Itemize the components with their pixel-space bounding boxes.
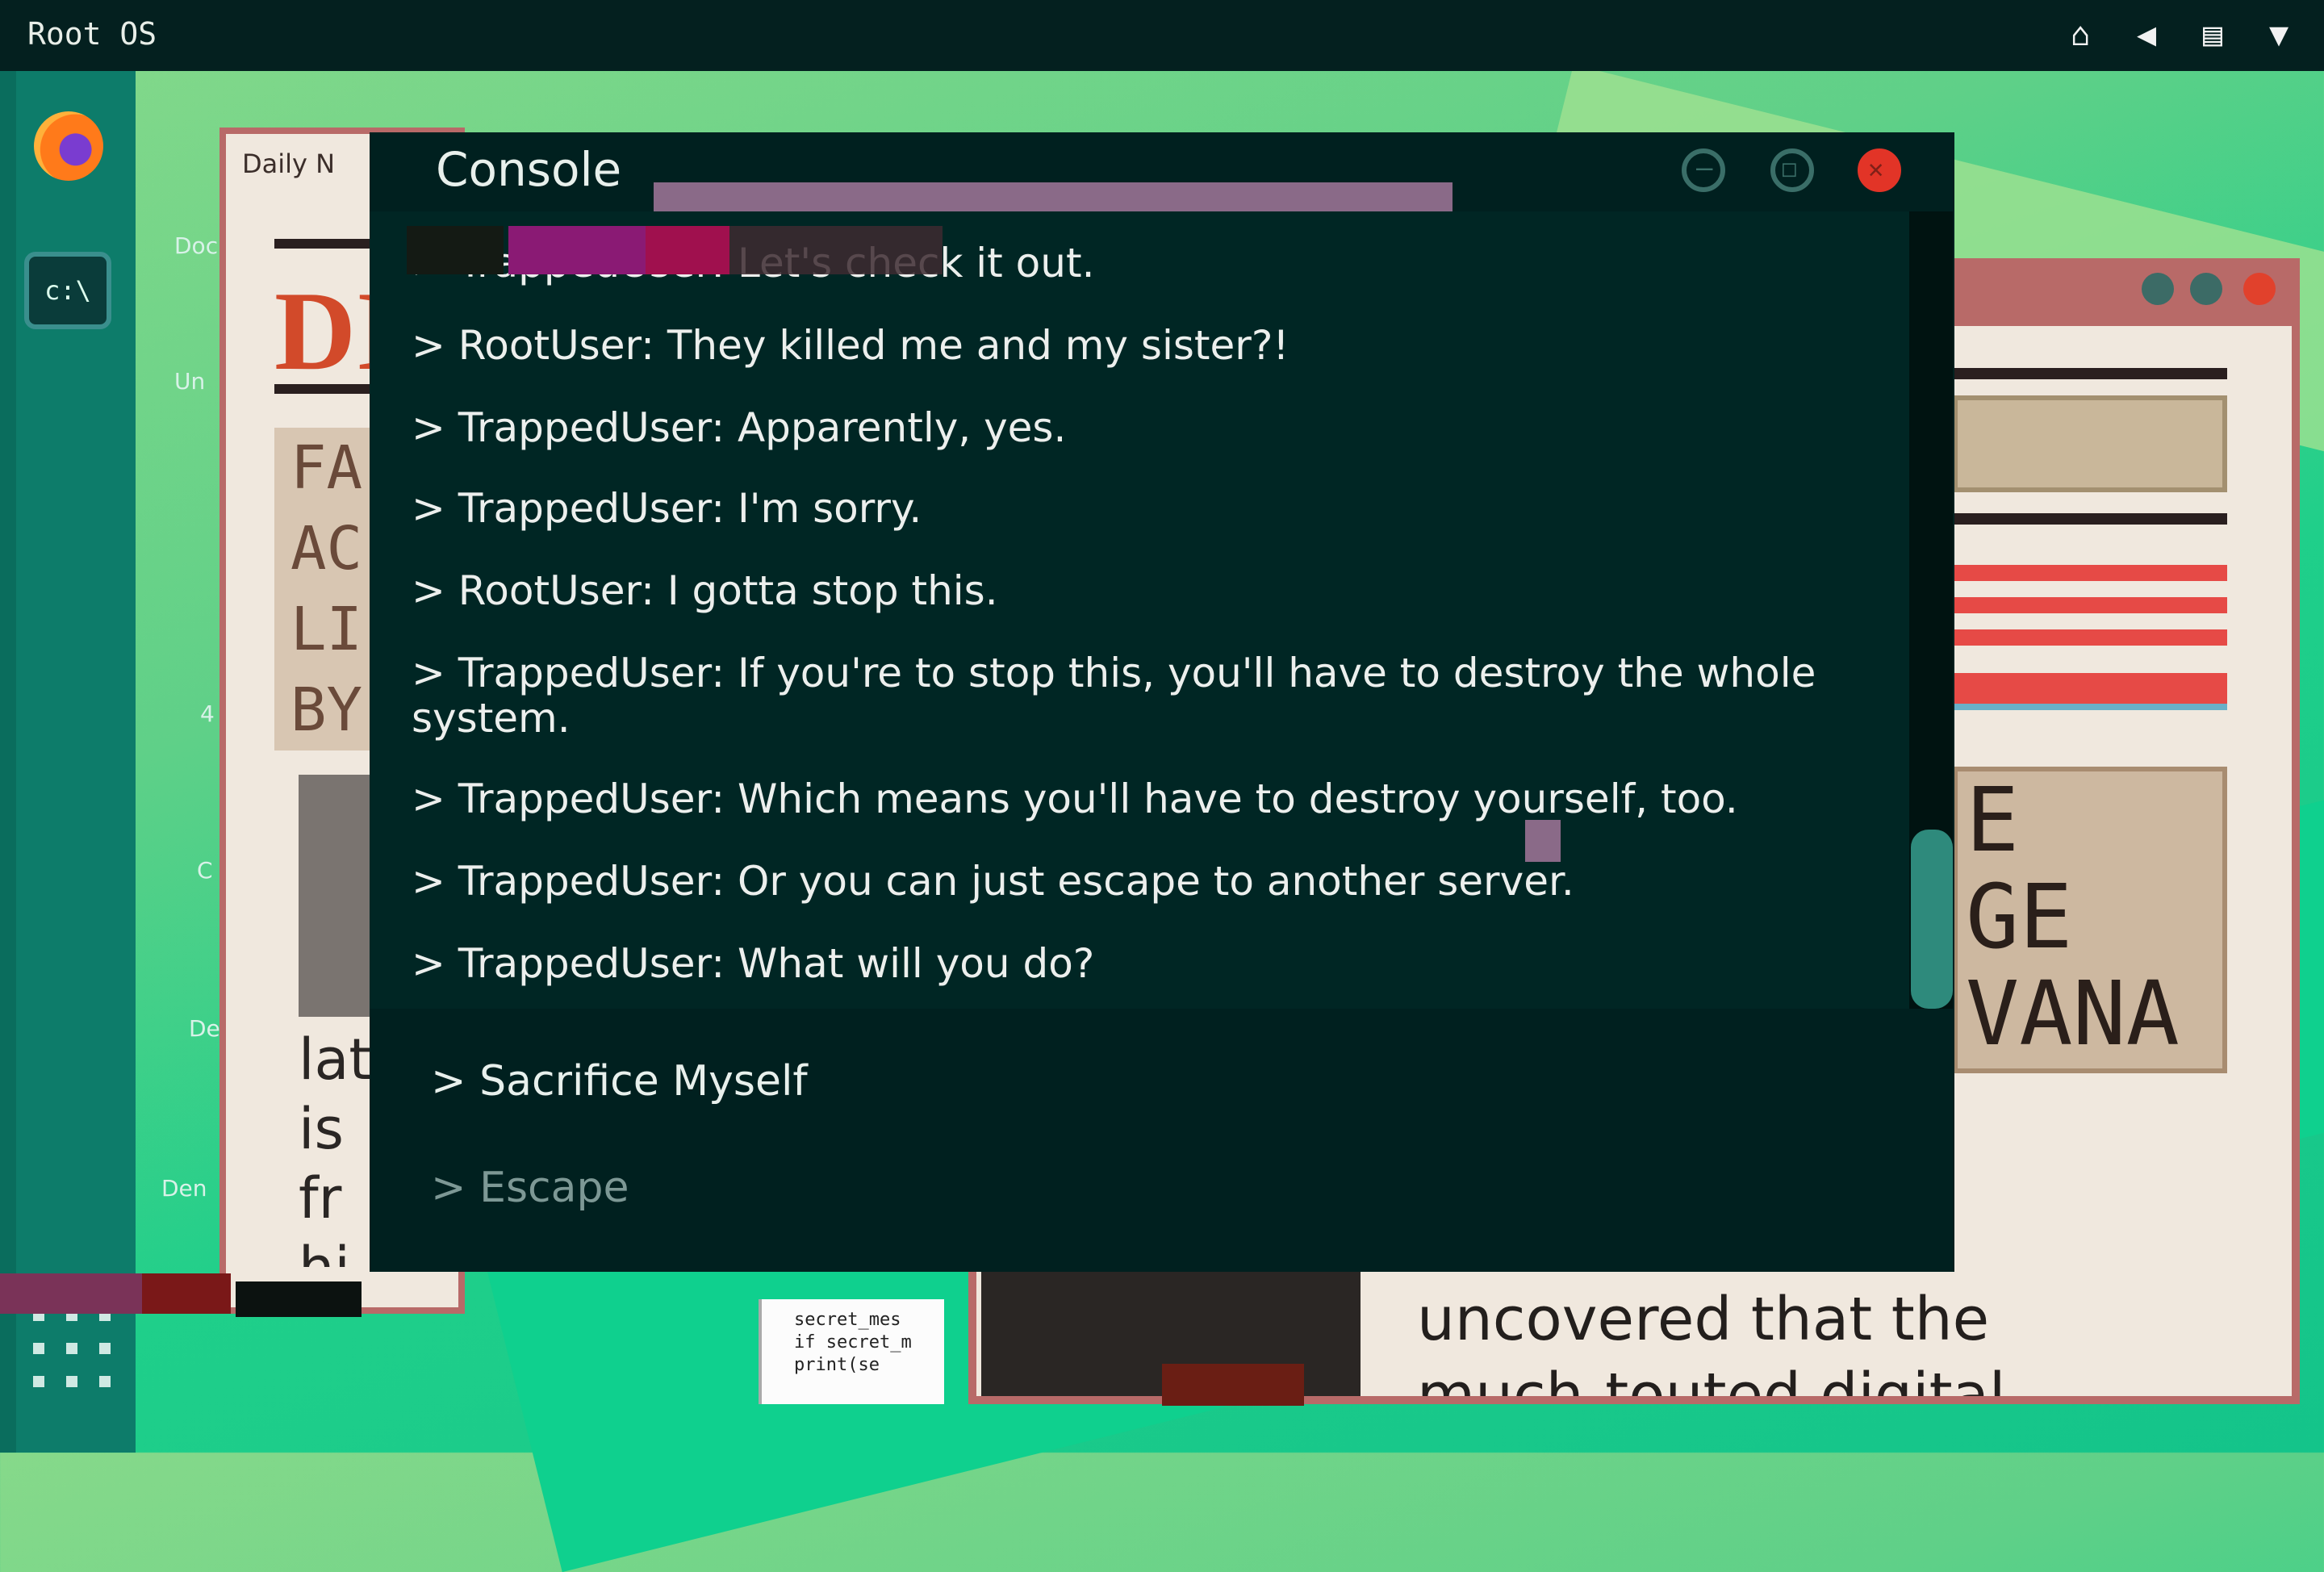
- minimize-button[interactable]: [1682, 148, 1725, 192]
- glitch-block: [0, 1273, 142, 1314]
- home-icon[interactable]: ⌂: [2059, 16, 2101, 53]
- glitch-block: [508, 226, 646, 274]
- glitch-block: [236, 1281, 362, 1317]
- divider: [1953, 513, 2227, 525]
- maximize-button[interactable]: [1770, 148, 1814, 192]
- close-button[interactable]: [1858, 148, 1901, 192]
- log-line: > TrappedUser: I'm sorry.: [412, 485, 922, 532]
- log-line: > RootUser: They killed me and my sister…: [412, 322, 1289, 369]
- article-badge: [1953, 395, 2227, 492]
- console-scrollbar-thumb[interactable]: [1911, 830, 1953, 1009]
- glitch-block: [142, 1273, 231, 1314]
- terminal-icon[interactable]: c:\: [24, 252, 111, 329]
- stripe: [1953, 629, 2227, 646]
- log-line: > TrappedUser: Apparently, yes.: [412, 404, 1067, 451]
- console-title: Console: [436, 142, 622, 197]
- desktop-label[interactable]: De: [189, 1015, 220, 1042]
- code-line: print(se: [794, 1355, 880, 1375]
- choice-panel: [370, 1009, 1954, 1272]
- console-log: > TrappedUser: Let's check it out. > Roo…: [370, 211, 1909, 1009]
- terminal-label: c:\: [44, 275, 91, 306]
- desktop-label[interactable]: Doc: [174, 232, 218, 259]
- stripe: [1953, 704, 2227, 710]
- code-line: secret_mes: [794, 1310, 901, 1330]
- stripe: [1953, 673, 2227, 704]
- dock-edge: [0, 71, 16, 1453]
- firefox-icon[interactable]: [34, 111, 103, 181]
- code-window[interactable]: secret_mes if secret_m print(se: [759, 1299, 944, 1404]
- article-headline-box: E GE VANA: [1953, 767, 2227, 1073]
- top-bar: Root OS ⌂ ◀ ▤ ▼: [0, 0, 2324, 71]
- os-name: Root OS: [27, 16, 157, 52]
- stripe: [1953, 597, 2227, 613]
- log-line: > TrappedUser: Which means you'll have t…: [412, 776, 1738, 822]
- log-line: > TrappedUser: What will you do?: [412, 940, 1095, 987]
- divider: [1953, 368, 2227, 379]
- network-icon[interactable]: ▤: [2192, 16, 2234, 53]
- minimize-button[interactable]: [2142, 273, 2174, 305]
- choice-sacrifice[interactable]: > Sacrifice Myself: [431, 1057, 808, 1106]
- glitch-block: [646, 226, 729, 274]
- log-line: > RootUser: I gotta stop this.: [412, 567, 998, 614]
- wifi-icon[interactable]: ▼: [2258, 16, 2300, 53]
- volume-icon[interactable]: ◀: [2125, 16, 2167, 53]
- log-line: > TrappedUser: Or you can just escape to…: [412, 858, 1574, 905]
- close-button[interactable]: [2243, 273, 2276, 305]
- glitch-block: [1525, 820, 1561, 862]
- choice-escape[interactable]: > Escape: [431, 1164, 629, 1212]
- stripe: [1953, 565, 2227, 581]
- desktop-label[interactable]: 4: [200, 700, 215, 727]
- glitch-block: [1162, 1364, 1304, 1406]
- app-grid-icon[interactable]: [27, 1304, 116, 1393]
- code-line: if secret_m: [794, 1332, 912, 1353]
- desktop-label[interactable]: Den: [161, 1175, 207, 1202]
- desktop-label[interactable]: C: [197, 857, 213, 884]
- system-tray: ⌂ ◀ ▤ ▼: [2059, 16, 2300, 53]
- news-window-title: Daily N: [242, 148, 336, 179]
- log-line: > TrappedUser: If you're to stop this, y…: [412, 650, 1816, 742]
- maximize-button[interactable]: [2190, 273, 2222, 305]
- glitch-block: [407, 226, 504, 274]
- desktop-label[interactable]: Un: [174, 368, 205, 395]
- glitch-block: [729, 226, 943, 274]
